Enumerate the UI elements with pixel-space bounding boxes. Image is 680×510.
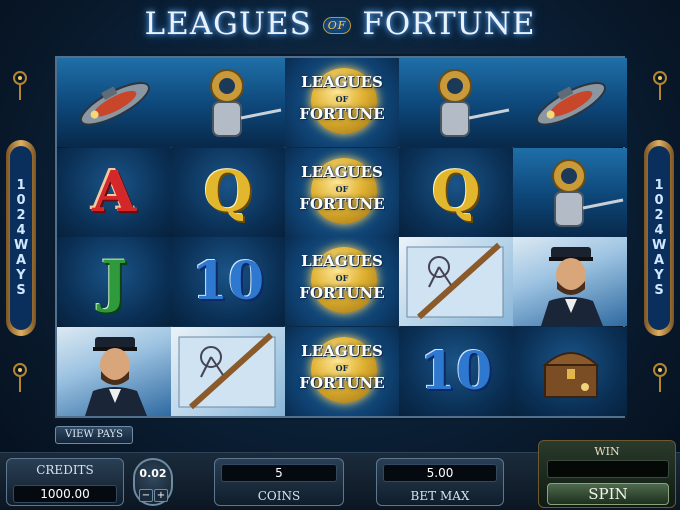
- symbol-map: [399, 237, 513, 326]
- anchor-ornament-icon: [653, 71, 667, 100]
- title-left: LEAGUES: [144, 6, 312, 42]
- captain-icon: [513, 237, 627, 326]
- symbol-A-glyph: A: [92, 159, 136, 225]
- symbol-10-glyph: 10: [419, 340, 493, 402]
- coin-size-selector: 0.02 − +: [133, 458, 173, 506]
- symbol-captain: [513, 237, 627, 326]
- diver-icon: [399, 58, 513, 147]
- symbol-wild: LEAGUES OF FORTUNE: [285, 237, 399, 326]
- ways-badge-left-text: 1024 WAYS: [14, 178, 29, 298]
- win-value: [547, 460, 669, 478]
- reel-5: [513, 58, 627, 416]
- map-icon: [171, 327, 285, 416]
- map-icon: [399, 237, 513, 326]
- wild-logo-text: LEAGUES OF FORTUNE: [299, 162, 385, 213]
- anchor-ornament-icon: [653, 363, 667, 392]
- coins-value: 5: [221, 464, 337, 482]
- coin-size-value: 0.02: [139, 467, 167, 480]
- win-label: WIN: [594, 445, 620, 458]
- symbol-wild: LEAGUES OF FORTUNE: [285, 147, 399, 237]
- ways-badge-right-text: 1024 WAYS: [652, 178, 667, 298]
- submarine-icon: [513, 58, 627, 147]
- coins-button[interactable]: COINS: [215, 487, 343, 505]
- wild-logo-text: LEAGUES OF FORTUNE: [299, 252, 385, 302]
- credits-panel: CREDITS 1000.00: [6, 458, 124, 506]
- coins-panel: 5 COINS: [214, 458, 344, 506]
- wild-logo-text: LEAGUES OF FORTUNE: [299, 341, 385, 392]
- bet-max-button[interactable]: BET MAX: [377, 487, 503, 505]
- reel-grid: A J Q 10 LEAGUES OF FORTUNE LEAGUES OF FORTUNE LEA…: [55, 56, 627, 418]
- anchor-ornament-icon: [13, 71, 27, 100]
- coin-size-decrease-button[interactable]: −: [139, 489, 153, 502]
- diver-icon: [171, 58, 285, 147]
- symbol-A: A: [57, 147, 171, 237]
- symbol-wild: LEAGUES OF FORTUNE: [285, 326, 399, 416]
- symbol-10: 10: [171, 237, 285, 326]
- coin-size-increase-button[interactable]: +: [154, 489, 168, 502]
- symbol-10-glyph: 10: [191, 251, 265, 312]
- treasure-chest-icon: [513, 327, 627, 416]
- reel-1: AJ: [57, 58, 171, 416]
- credits-label: CREDITS: [36, 463, 94, 477]
- symbol-J-glyph: J: [100, 248, 128, 315]
- anchor-ornament-icon: [13, 363, 27, 392]
- symbol-Q-glyph: Q: [203, 159, 253, 225]
- captain-icon: [57, 327, 171, 416]
- symbol-map: [171, 326, 285, 416]
- symbol-treasure-chest: [513, 326, 627, 416]
- title-right: FORTUNE: [362, 6, 536, 42]
- reel-3: LEAGUES OF FORTUNE LEAGUES OF FORTUNE LEAGUES O…: [285, 58, 399, 416]
- symbol-diver: [399, 58, 513, 147]
- symbol-Q: Q: [399, 147, 513, 237]
- symbol-submarine: [513, 58, 627, 147]
- symbol-diver: [171, 58, 285, 147]
- submarine-icon: [57, 58, 171, 147]
- reel-2: Q 10: [171, 58, 285, 416]
- view-pays-button[interactable]: VIEW PAYS: [55, 426, 133, 444]
- wild-logo-text: LEAGUES OF FORTUNE: [299, 73, 385, 123]
- symbol-J: J: [57, 237, 171, 326]
- bet-value: 5.00: [383, 464, 497, 482]
- symbol-wild: LEAGUES OF FORTUNE: [285, 58, 399, 147]
- spin-button[interactable]: SPIN: [547, 483, 669, 505]
- credits-value: 1000.00: [13, 485, 117, 503]
- ways-badge-right: 1024 WAYS: [644, 140, 674, 336]
- symbol-10: 10: [399, 326, 513, 416]
- symbol-diver: [513, 147, 627, 237]
- reel-4: Q 10: [399, 58, 513, 416]
- bet-panel: 5.00 BET MAX: [376, 458, 504, 506]
- game-title: LEAGUES OF FORTUNE: [0, 6, 680, 46]
- symbol-Q: Q: [171, 147, 285, 237]
- symbol-Q-glyph: Q: [431, 159, 481, 225]
- symbol-submarine: [57, 58, 171, 147]
- game-frame: LEAGUES OF FORTUNE 1024 WAYS 1024 WAYS A…: [0, 0, 680, 510]
- symbol-captain: [57, 326, 171, 416]
- spin-panel: WIN SPIN: [538, 440, 676, 508]
- diver-icon: [513, 148, 627, 237]
- title-of: OF: [322, 17, 352, 34]
- ways-badge-left: 1024 WAYS: [6, 140, 36, 336]
